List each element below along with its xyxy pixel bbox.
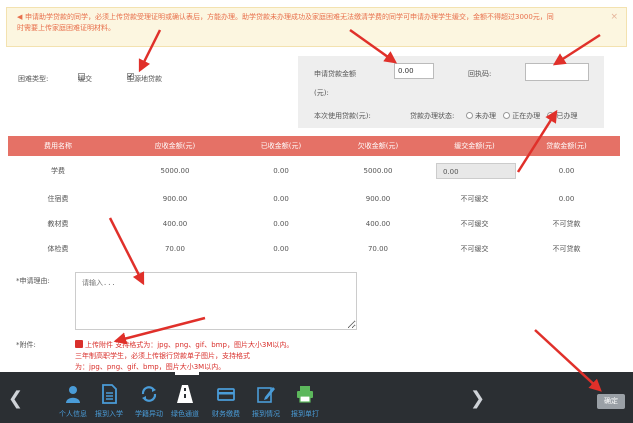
dock-item-personal-info[interactable]: 个人信息 [53,384,93,419]
dock-item-report-status[interactable]: 报到情况 [246,384,286,419]
cell-receivable: 900.00 [162,194,188,203]
status-radio-processing[interactable] [503,111,511,119]
defer-option-label: 缓交 [78,75,92,83]
cell-owed: 900.00 [365,194,391,203]
cell-received: 0.00 [273,219,289,228]
dock-label: 报到入学 [95,410,123,418]
dock-label: 学籍异动 [135,410,163,418]
refresh-icon [129,384,169,404]
dock-item-status-change[interactable]: 学籍异动 [129,384,169,419]
cell-fee-name: 体检费 [47,244,69,253]
next-arrow-icon[interactable]: ❯ [470,388,485,409]
loan-amount-input[interactable]: 0.00 [394,63,434,79]
attachment-note-line-3: 为：jpg、png、gif、bmp，图片大小3M以内。 [75,363,226,371]
loan-panel: 申请贷款金额 (元): 0.00 回执码: 本次使用贷款(元): 贷款办理状态:… [298,56,604,128]
confirm-button[interactable]: 确定 [597,394,625,409]
fee-table-header: 费用名称 应收金额(元) 已收金额(元) 欠收金额(元) 缓交金额(元) 贷款金… [8,136,620,156]
close-icon[interactable]: × [610,12,618,23]
status-radio-none[interactable] [466,111,473,119]
receipt-code-input[interactable] [525,63,589,81]
upload-link[interactable]: 上传附件 支持格式为：jpg、png、gif、bmp，图片大小3M以内。 [85,341,293,349]
upload-icon[interactable] [75,340,83,348]
reason-textarea[interactable] [75,272,357,330]
header-loan: 贷款金额(元) [546,142,587,150]
attachment-info: 上传附件 支持格式为：jpg、png、gif、bmp，图片大小3M以内。 三年制… [75,340,335,373]
table-row: 体检费 70.00 0.00 70.00 不可缓交 不可贷款 [8,236,620,261]
reason-label: *申请理由: [16,277,50,285]
loan-status-options: 未办理 正在办理 已办理 [461,111,577,121]
loan-amount-label: 申请贷款金额 [314,70,356,78]
dock-label: 绿色通道 [171,410,199,418]
origin-loan-label: 生源地贷款 [127,75,162,83]
dock-item-green-channel[interactable]: 绿色通道 [165,372,205,419]
header-fee-name: 费用名称 [44,142,72,150]
cell-deferred: 不可缓交 [460,244,489,253]
dock-label: 报到情况 [252,410,280,418]
cell-loan: 0.00 [558,194,575,203]
table-row: 教材费 400.00 0.00 400.00 不可缓交 不可贷款 [8,211,620,236]
cell-received: 0.00 [273,167,289,175]
cell-fee-name: 学费 [51,167,65,175]
loan-amount-unit: (元): [314,89,329,97]
deferred-amount-input[interactable]: 0.00 [436,163,516,179]
status-done-label: 已办理 [556,112,578,120]
active-indicator [175,372,199,375]
header-receivable: 应收金额(元) [154,142,196,150]
notice-line-1: 申请助学贷款的同学，必须上传贷款受理证明或确认表后，方能办理。助学贷款未办理成功… [25,13,554,21]
dock-item-enrollment[interactable]: 报到入学 [89,384,129,419]
card-icon [206,384,246,404]
cell-loan: 0.00 [558,167,575,175]
cell-deferred: 不可缓交 [460,219,489,228]
fee-table: 费用名称 应收金额(元) 已收金额(元) 欠收金额(元) 缓交金额(元) 贷款金… [8,136,620,261]
dock-label: 财务缴费 [212,410,240,418]
cell-received: 0.00 [273,244,289,253]
loan-status-label: 贷款办理状态: [410,112,455,120]
cell-receivable: 70.00 [164,244,186,253]
road-icon [165,384,205,404]
cell-loan: 不可贷款 [552,219,581,228]
cell-loan: 不可贷款 [552,244,581,253]
cell-owed: 70.00 [367,244,389,253]
cell-deferred: 0.00 [436,163,516,179]
cell-receivable: 5000.00 [160,167,190,175]
person-icon [53,384,93,404]
cell-fee-name: 住宿费 [47,194,69,203]
header-owed: 欠收金额(元) [357,142,399,150]
attachment-note-line-2: 三年制高职学生，必须上传银行贷款单子图片，支持格式 [75,352,250,360]
cell-deferred: 不可缓交 [460,194,489,203]
receipt-code-label: 回执码: [468,70,492,78]
header-received: 已收金额(元) [260,142,302,150]
table-row: 住宿费 900.00 0.00 900.00 不可缓交 0.00 [8,186,620,211]
hardship-type-label: 困难类型: [18,75,49,83]
printer-icon [285,384,325,404]
cell-owed: 5000.00 [363,167,393,175]
notice-banner: ◀ 申请助学贷款的同学，必须上传贷款受理证明或确认表后，方能办理。助学贷款未办理成… [6,7,627,47]
status-none-label: 未办理 [475,112,496,120]
notice-line-2: 时需要上传家庭困难证明材料。 [17,24,115,32]
dock-label: 报到单打 [291,410,319,418]
cell-fee-name: 教材费 [47,219,69,228]
document-icon [89,384,129,404]
edit-icon [246,384,286,404]
status-processing-label: 正在办理 [512,112,541,120]
dock-label: 个人信息 [59,410,87,418]
cell-received: 0.00 [273,194,289,203]
cell-receivable: 400.00 [162,219,188,228]
cell-owed: 400.00 [365,219,391,228]
prev-arrow-icon[interactable]: ❮ [8,388,23,409]
speaker-icon: ◀ [17,13,23,21]
loan-used-label: 本次使用贷款(元): [314,112,371,120]
bottom-dock: ❮ ❯ 个人信息 报到入学 学籍异动 绿色通道 财务缴费 报到情况 报到单打 [0,372,633,423]
header-deferred: 缓交金额(元) [454,142,495,150]
dock-item-print[interactable]: 报到单打 [285,384,325,419]
table-row: 学费 5000.00 0.00 5000.00 0.00 0.00 [8,156,620,186]
status-radio-done[interactable] [547,111,555,119]
attachment-label: *附件: [16,341,36,349]
dock-item-payment[interactable]: 财务缴费 [206,384,246,419]
